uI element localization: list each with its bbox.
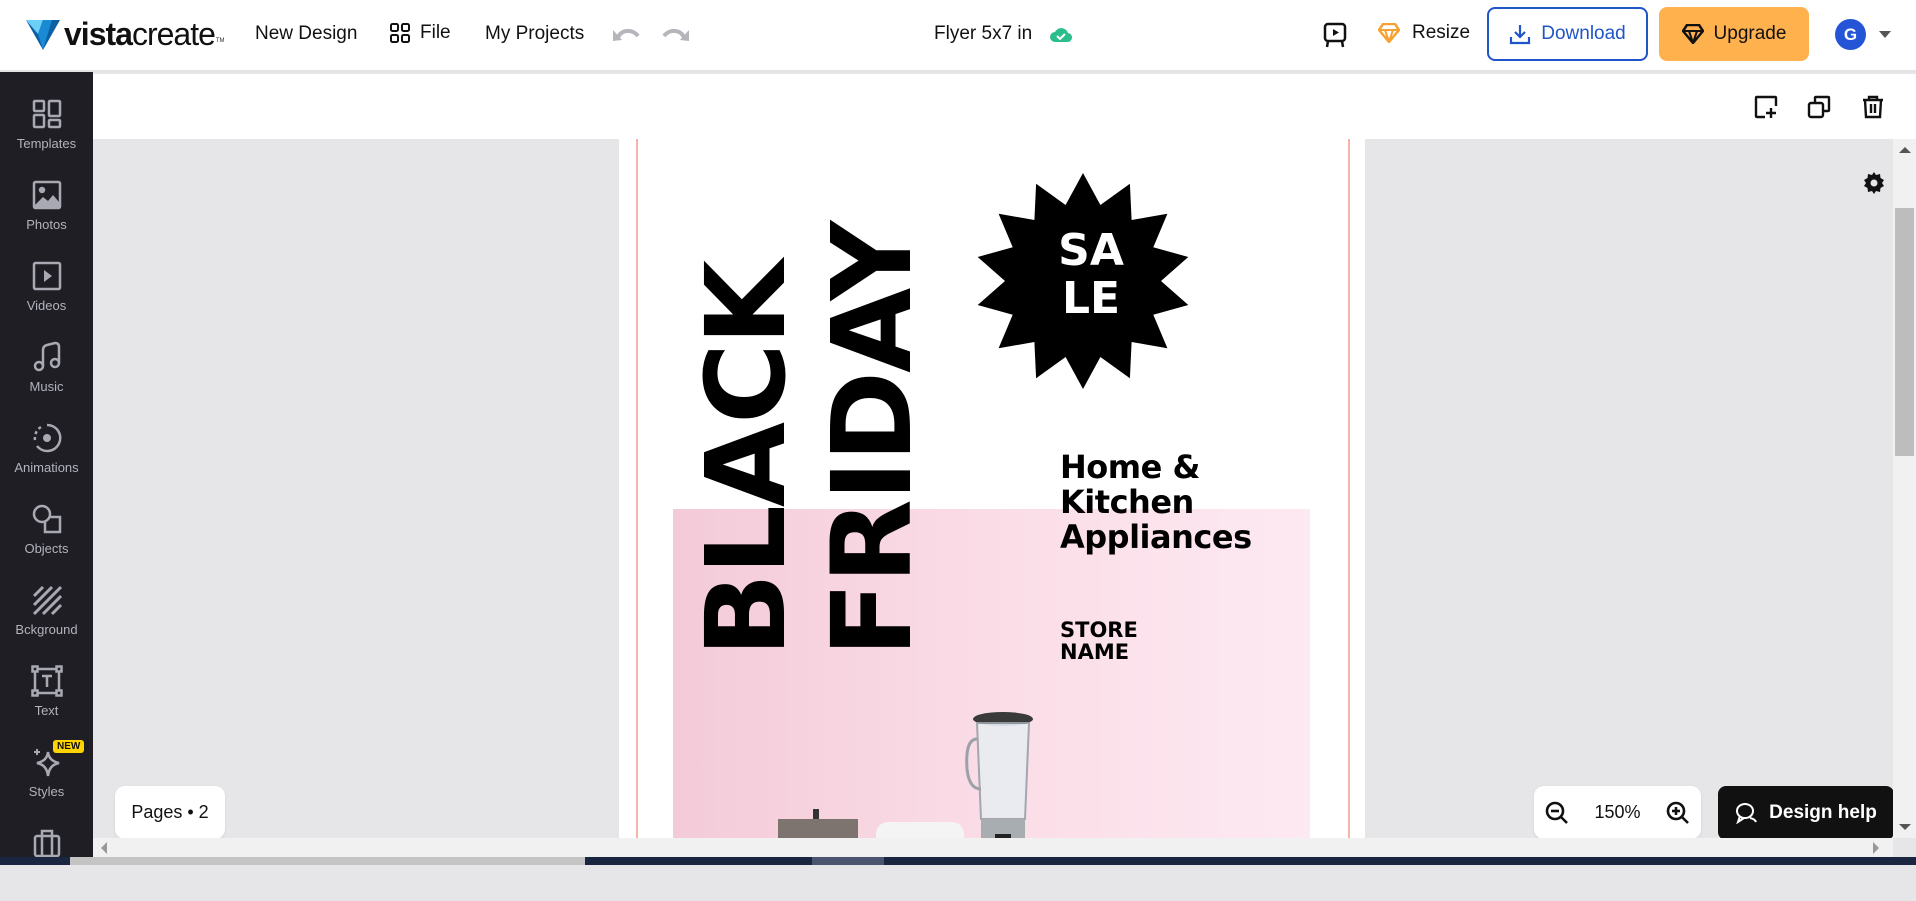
my-projects-link[interactable]: My Projects — [485, 22, 584, 46]
headline-line: Home & — [1060, 448, 1200, 486]
vertical-scrollbar[interactable] — [1893, 139, 1916, 838]
grid-icon — [390, 23, 410, 43]
sidebar-item-templates[interactable]: Templates — [0, 92, 93, 172]
headline-line: Appliances — [1060, 518, 1252, 556]
account-dropdown-caret-icon[interactable] — [1879, 31, 1891, 38]
store-line: NAME — [1060, 640, 1130, 664]
background-stripes-icon — [32, 585, 62, 616]
file-label: File — [420, 22, 451, 43]
left-sidebar: Templates Photos Videos Music Animations… — [0, 72, 93, 865]
cloud-check-icon — [1050, 28, 1072, 43]
resize-button[interactable]: Resize — [1378, 22, 1470, 44]
food-processor-image — [778, 809, 858, 838]
sidebar-item-music[interactable]: Music — [0, 335, 93, 415]
music-note-icon — [33, 341, 60, 372]
headline-line: Kitchen — [1060, 483, 1194, 521]
chat-bubbles-icon — [1736, 803, 1758, 824]
zoom-control: 150% — [1534, 786, 1701, 839]
new-badge: NEW — [53, 740, 85, 753]
user-avatar[interactable]: G — [1835, 19, 1866, 50]
vistacreate-logo-mark-icon — [26, 20, 60, 50]
design-help-button[interactable]: Design help — [1718, 786, 1894, 840]
sidebar-item-animations[interactable]: Animations — [0, 416, 93, 496]
upgrade-label: Upgrade — [1713, 23, 1787, 44]
add-page-icon[interactable] — [1753, 94, 1779, 120]
trash-icon[interactable] — [1860, 94, 1886, 120]
video-icon — [32, 261, 61, 291]
shapes-icon — [32, 504, 61, 534]
bottom-scroll-track — [0, 857, 1916, 865]
duplicate-icon[interactable] — [1806, 94, 1832, 120]
sidebar-item-photos[interactable]: Photos — [0, 173, 93, 253]
horizontal-scrollbar[interactable] — [93, 838, 1893, 857]
sidebar-item-background[interactable]: Bckground — [0, 578, 93, 658]
text-box-icon — [30, 665, 63, 697]
mixer-image — [876, 822, 964, 838]
page-toolbar — [93, 74, 1916, 139]
sidebar-label: Styles — [28, 784, 65, 799]
sidebar-label: Templates — [16, 136, 77, 151]
sidebar-label: Videos — [26, 298, 67, 313]
bottom-strip-marker — [812, 857, 884, 865]
download-button[interactable]: Download — [1487, 7, 1648, 61]
black-text[interactable]: BLACK — [682, 262, 810, 657]
diamond-icon — [1378, 23, 1400, 43]
headline-text[interactable]: Home & Kitchen Appliances — [1060, 450, 1252, 555]
bleed-guide-right — [1348, 139, 1350, 838]
zoom-in-icon[interactable] — [1665, 800, 1691, 826]
scroll-left-arrow-icon[interactable] — [101, 842, 107, 854]
sale-label[interactable]: SA LE — [1051, 227, 1131, 323]
briefcase-icon — [33, 829, 60, 858]
design-help-label: Design help — [1769, 802, 1877, 823]
animation-icon — [33, 423, 61, 453]
templates-icon — [32, 99, 61, 129]
sidebar-label: Text — [34, 703, 59, 718]
brand-name: vistacreate — [64, 16, 216, 52]
sidebar-item-videos[interactable]: Videos — [0, 254, 93, 334]
flyer-page[interactable]: BLACK FRIDAY SA LE Home & Kitchen Applia… — [619, 139, 1365, 838]
friday-text[interactable]: FRIDAY — [808, 223, 936, 657]
photo-icon — [32, 180, 61, 210]
scroll-right-arrow-icon[interactable] — [1873, 842, 1879, 854]
redo-icon[interactable] — [660, 24, 690, 44]
sidebar-item-text[interactable]: Text — [0, 659, 93, 739]
store-line: STORE — [1060, 618, 1138, 642]
sidebar-item-objects[interactable]: Objects — [0, 497, 93, 577]
zoom-out-icon[interactable] — [1544, 800, 1570, 826]
sidebar-item-styles[interactable]: NEW Styles — [0, 740, 93, 820]
document-title[interactable]: Flyer 5x7 in — [934, 22, 1032, 46]
store-name-text[interactable]: STORE NAME — [1060, 619, 1138, 663]
download-label: Download — [1541, 23, 1626, 44]
pages-button[interactable]: Pages • 2 — [115, 786, 225, 839]
scroll-down-arrow-icon[interactable] — [1899, 824, 1911, 830]
zoom-level[interactable]: 150% — [1594, 802, 1640, 823]
sidebar-label: Objects — [24, 541, 69, 556]
scroll-up-arrow-icon[interactable] — [1899, 147, 1911, 153]
new-design-menu[interactable]: New Design — [255, 22, 357, 46]
download-icon — [1510, 25, 1531, 45]
trademark: TM — [215, 38, 225, 44]
bottom-scroll-thumb[interactable] — [70, 857, 585, 865]
diamond-icon — [1681, 24, 1704, 44]
upgrade-button[interactable]: Upgrade — [1659, 7, 1809, 61]
vertical-scroll-thumb[interactable] — [1895, 208, 1914, 456]
bleed-guide-left — [636, 139, 638, 838]
sidebar-label: Animations — [14, 460, 79, 475]
blender-image — [965, 712, 1033, 838]
file-menu[interactable]: File — [390, 22, 451, 44]
canvas-workspace[interactable]: BLACK FRIDAY SA LE Home & Kitchen Applia… — [93, 139, 1893, 838]
vistacreate-logo[interactable]: vistacreate TM — [26, 16, 225, 52]
sale-line-2: LE — [1061, 273, 1121, 324]
sale-line-1: SA — [1058, 225, 1124, 276]
sidebar-label: Bckground — [15, 622, 78, 637]
gear-icon[interactable] — [1862, 171, 1886, 195]
resize-label: Resize — [1412, 22, 1471, 43]
sidebar-label: Photos — [26, 217, 67, 232]
top-header: vistacreate TM New Design File My Projec… — [0, 0, 1916, 72]
sidebar-label: Music — [29, 379, 64, 394]
presentation-play-icon[interactable] — [1323, 22, 1347, 48]
undo-icon[interactable] — [612, 24, 642, 44]
